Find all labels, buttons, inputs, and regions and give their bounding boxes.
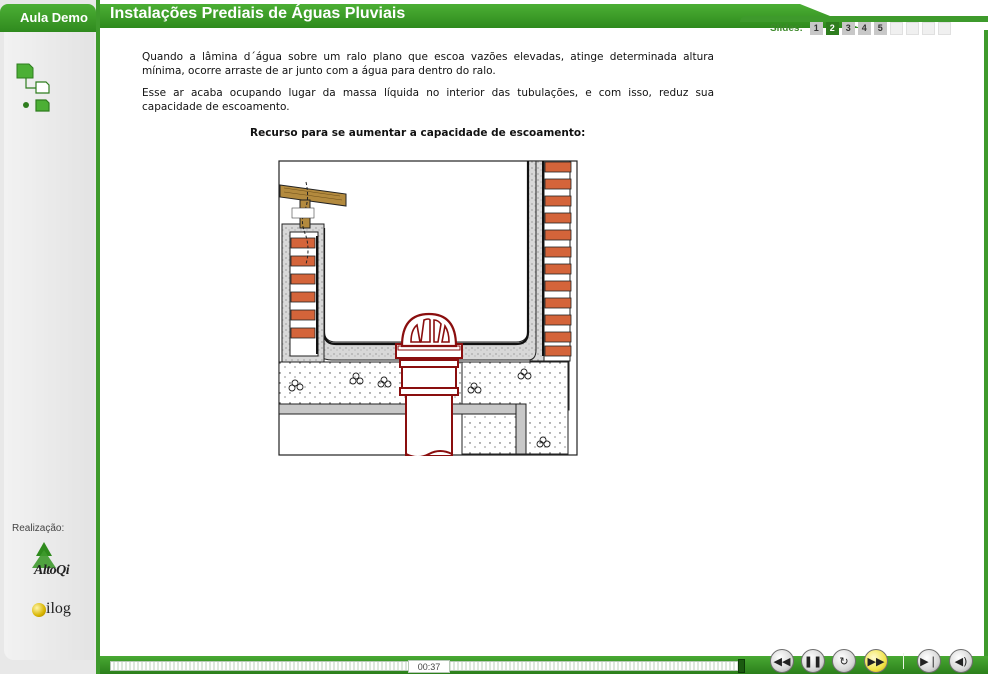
pause-button[interactable]: ❚❚ bbox=[801, 649, 825, 673]
pause-icon: ❚❚ bbox=[803, 654, 823, 668]
fast-forward-icon: ▶▶ bbox=[867, 654, 885, 668]
frame-border bbox=[984, 30, 988, 660]
ilog-logo-text: ilog bbox=[46, 600, 71, 617]
volume-button[interactable]: ◀) bbox=[949, 649, 973, 673]
slide-button-1[interactable]: 1 bbox=[809, 21, 823, 35]
altoqi-logo-text: AltoQi bbox=[34, 563, 70, 578]
fast-forward-button[interactable]: ▶▶ bbox=[864, 649, 888, 673]
rewind-icon: ◀◀ bbox=[773, 654, 791, 668]
slide-navigator: Slides: 1 2 3 4 5 bbox=[770, 20, 951, 36]
tree-node-icon[interactable] bbox=[35, 81, 50, 94]
ilog-dot-icon bbox=[32, 603, 46, 617]
drain-pipe bbox=[395, 343, 463, 456]
slide-button-5[interactable]: 5 bbox=[873, 21, 887, 35]
roof-drain-illustration bbox=[278, 160, 578, 456]
current-node-dot bbox=[23, 102, 29, 108]
slide-placeholder bbox=[921, 21, 935, 35]
rewind-button[interactable]: ◀◀ bbox=[770, 649, 794, 673]
slide-button-4[interactable]: 4 bbox=[857, 21, 871, 35]
timeline-handle[interactable] bbox=[738, 659, 745, 673]
time-readout: 00:37 bbox=[408, 660, 450, 673]
volume-icon: ◀) bbox=[954, 654, 968, 668]
tree-node-active-icon[interactable] bbox=[35, 99, 50, 112]
paragraph: Quando a lâmina d´água sobre um ralo pla… bbox=[142, 51, 714, 77]
tree-root-icon[interactable] bbox=[16, 63, 34, 79]
slide-button-3[interactable]: 3 bbox=[841, 21, 855, 35]
slides-label: Slides: bbox=[770, 22, 803, 34]
controls-divider bbox=[903, 653, 904, 669]
figure-caption: Recurso para se aumentar a capacidade de… bbox=[250, 127, 586, 139]
replay-button[interactable]: ↻ bbox=[832, 649, 856, 673]
slide-placeholder bbox=[889, 21, 903, 35]
ilog-logo: ilog bbox=[32, 600, 92, 622]
realizacao-label: Realização: bbox=[12, 523, 65, 534]
replay-icon: ↻ bbox=[839, 654, 849, 668]
slide-placeholder bbox=[905, 21, 919, 35]
paragraph: Esse ar acaba ocupando lugar da massa lí… bbox=[142, 87, 714, 113]
slide-button-2[interactable]: 2 bbox=[825, 21, 839, 35]
slide-content: Quando a lâmina d´água sobre um ralo pla… bbox=[142, 50, 714, 122]
page-title: Instalações Prediais de Águas Pluviais bbox=[110, 5, 406, 22]
course-tab[interactable]: Aula Demo bbox=[0, 4, 96, 32]
sidebar: Aula Demo Realização: AltoQi ilog bbox=[0, 0, 100, 674]
next-icon: ▶❘ bbox=[920, 654, 938, 668]
slide-tree[interactable] bbox=[14, 60, 74, 120]
next-button[interactable]: ▶❘ bbox=[917, 649, 941, 673]
slide-placeholder bbox=[937, 21, 951, 35]
